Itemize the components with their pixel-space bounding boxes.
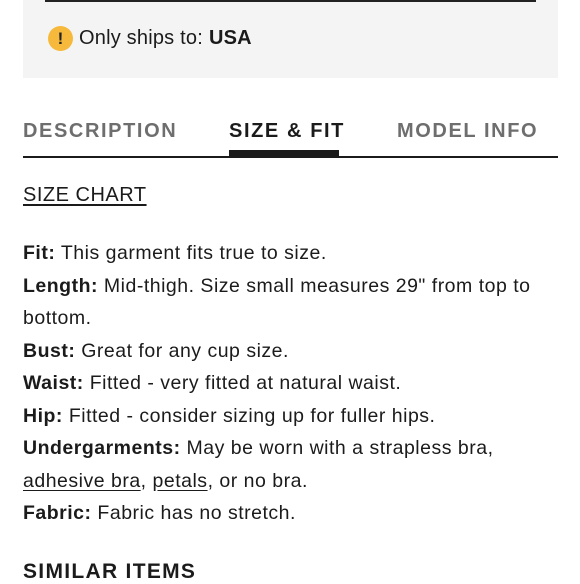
fabric-line: Fabric: Fabric has no stretch.	[23, 497, 558, 530]
length-text: Mid-thigh. Size small measures 29" from …	[23, 274, 531, 330]
shipping-row: ! Only ships to: USA	[48, 26, 252, 51]
shipping-notice: ! Only ships to: USA	[23, 0, 558, 78]
length-line: Length: Mid-thigh. Size small measures 2…	[23, 270, 558, 335]
alert-circle-icon: !	[48, 26, 73, 51]
size-chart-link[interactable]: SIZE CHART	[23, 184, 147, 207]
bust-text: Great for any cup size.	[75, 339, 289, 362]
hip-line: Hip: Fitted - consider sizing up for ful…	[23, 400, 558, 433]
shipping-country: USA	[208, 27, 252, 49]
petals-link[interactable]: petals	[153, 470, 208, 492]
size-fit-details: Fit: This garment fits true to size. Len…	[23, 237, 558, 530]
bust-label: Bust:	[23, 339, 76, 362]
undergarments-text: May be worn with a strapless bra,	[180, 437, 494, 459]
undergarments-line: Undergarments: May be worn with a strapl…	[23, 432, 558, 497]
waist-line: Waist: Fitted - very fitted at natural w…	[23, 367, 558, 400]
fabric-text: Fabric has no stretch.	[91, 502, 296, 524]
fit-text: This garment fits true to size.	[55, 242, 327, 264]
adhesive-bra-link[interactable]: adhesive bra	[23, 470, 141, 492]
hip-label: Hip:	[23, 404, 63, 427]
similar-items-heading: SIMILAR ITEMS	[23, 560, 197, 583]
undergarments-separator: ,	[140, 469, 153, 492]
active-tab-indicator	[229, 150, 339, 156]
fit-line: Fit: This garment fits true to size.	[23, 237, 558, 270]
undergarments-label: Undergarments:	[23, 437, 181, 459]
product-tabs: DESCRIPTION SIZE & FIT MODEL INFO	[23, 118, 558, 158]
tab-model-info[interactable]: MODEL INFO	[397, 120, 538, 143]
tab-size-and-fit[interactable]: SIZE & FIT	[229, 120, 345, 143]
fabric-label: Fabric:	[23, 502, 92, 524]
divider	[45, 0, 536, 2]
tab-description[interactable]: DESCRIPTION	[23, 120, 177, 143]
shipping-label: Only ships to:	[79, 27, 203, 49]
undergarments-text-end: , or no bra.	[207, 469, 308, 492]
length-label: Length:	[23, 274, 98, 297]
bust-line: Bust: Great for any cup size.	[23, 335, 558, 368]
waist-text: Fitted - very fitted at natural waist.	[83, 372, 402, 394]
waist-label: Waist:	[23, 372, 84, 394]
hip-text: Fitted - consider sizing up for fuller h…	[62, 404, 436, 427]
fit-label: Fit:	[23, 242, 56, 264]
